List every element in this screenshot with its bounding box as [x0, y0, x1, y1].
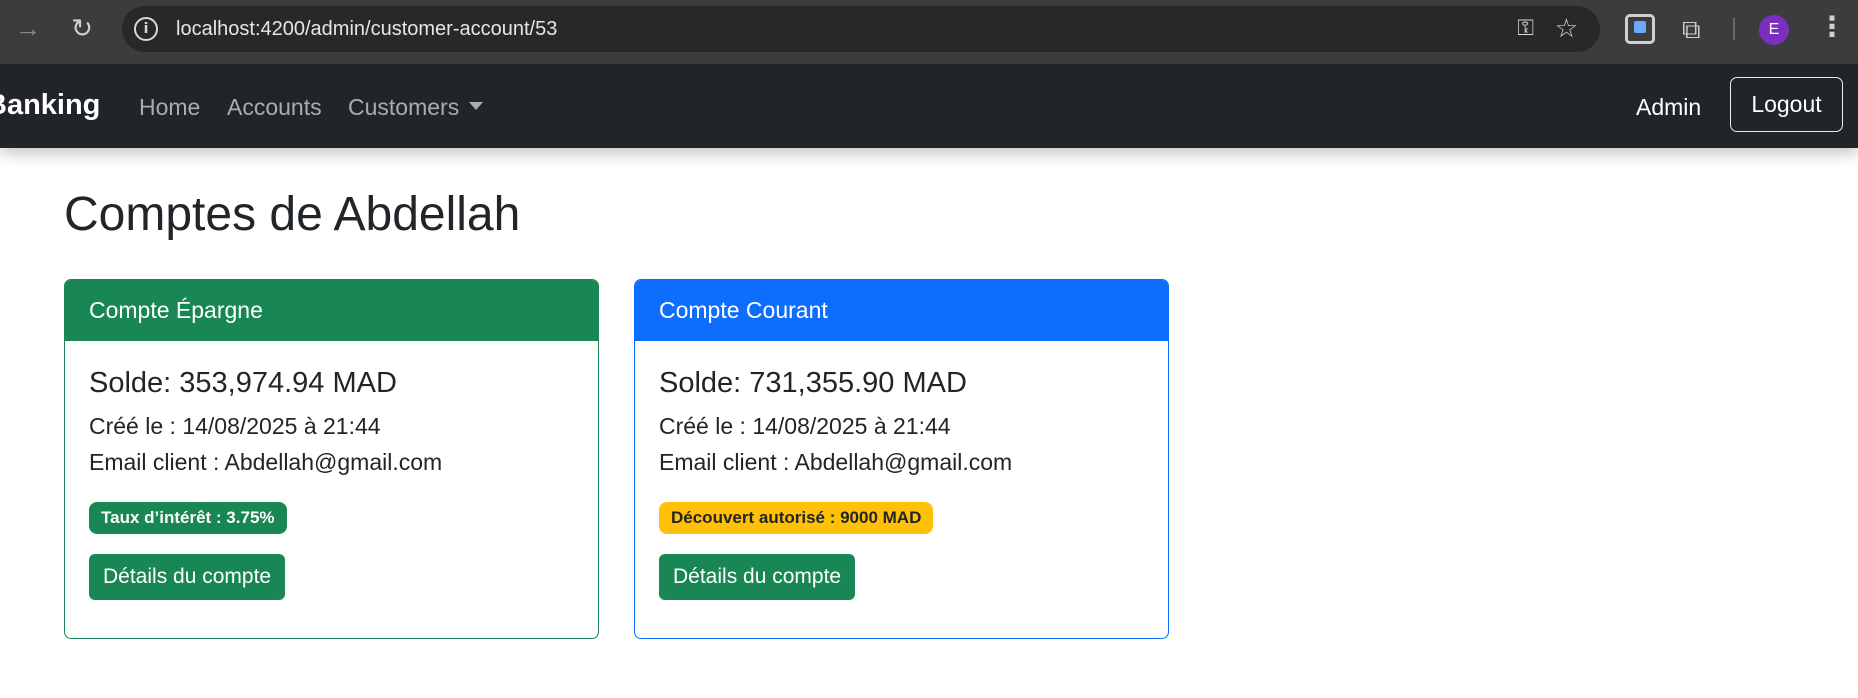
account-client-email: Email client : Abdellah@gmail.com — [89, 449, 443, 475]
account-created-date: Créé le : 14/08/2025 à 21:44 — [89, 413, 381, 439]
account-details-button[interactable]: Détails du compte — [89, 554, 286, 600]
account-created-date: Créé le : 14/08/2025 à 21:44 — [659, 413, 951, 439]
extensions-puzzle-icon[interactable]: ⧉ — [1682, 14, 1712, 44]
nav-home[interactable]: Home — [139, 94, 200, 121]
account-balance: Solde: 353,974.94 MAD — [89, 367, 397, 399]
toolbar-divider — [1733, 18, 1735, 40]
brand-logo[interactable]: Banking — [0, 89, 100, 122]
browser-menu-icon[interactable]: ⋮ — [1818, 10, 1846, 43]
account-card-current: Compte Courant Solde: 731,355.90 MAD Cré… — [634, 279, 1169, 639]
account-card-body: Solde: 353,974.94 MAD Créé le : 14/08/20… — [65, 341, 598, 624]
url-text[interactable]: localhost:4200/admin/customer-account/53 — [176, 18, 557, 41]
url-host: localhost — [176, 18, 255, 40]
nav-accounts[interactable]: Accounts — [227, 94, 322, 121]
account-card-body: Solde: 731,355.90 MAD Créé le : 14/08/20… — [635, 341, 1168, 624]
nav-customers-label: Customers — [348, 94, 460, 120]
password-key-icon[interactable]: ⚿ — [1517, 15, 1534, 41]
browser-toolbar: → ↻ i localhost:4200/admin/customer-acco… — [0, 0, 1858, 64]
account-card-header: Compte Courant — [635, 280, 1168, 341]
page-title: Comptes de Abdellah — [64, 188, 521, 241]
nav-customers-dropdown[interactable]: Customers — [348, 94, 484, 121]
bookmark-star-icon[interactable]: ☆ — [1555, 13, 1578, 44]
current-user-label: Admin — [1636, 94, 1702, 120]
account-balance: Solde: 731,355.90 MAD — [659, 367, 967, 399]
screen-capture-extension-icon[interactable] — [1625, 14, 1655, 44]
chevron-down-icon — [469, 101, 484, 110]
account-card-saving: Compte Épargne Solde: 353,974.94 MAD Cré… — [64, 279, 599, 639]
account-details-button[interactable]: Détails du compte — [659, 554, 856, 600]
reload-icon[interactable]: ↻ — [64, 10, 100, 46]
profile-avatar[interactable]: E — [1759, 15, 1789, 45]
site-info-icon[interactable]: i — [134, 17, 158, 41]
account-card-header: Compte Épargne — [65, 280, 598, 341]
address-bar[interactable]: i localhost:4200/admin/customer-account/… — [122, 6, 1600, 52]
forward-icon[interactable]: → — [10, 10, 46, 46]
app-navbar: Banking Home Accounts Customers Admin Lo… — [0, 64, 1858, 148]
interest-rate-badge: Taux d’intérêt : 3.75% — [89, 502, 287, 534]
url-path: :4200/admin/customer-account/53 — [254, 18, 558, 40]
overdraft-badge: Découvert autorisé : 9000 MAD — [659, 502, 934, 534]
account-client-email: Email client : Abdellah@gmail.com — [659, 449, 1013, 475]
logout-button[interactable]: Logout — [1730, 77, 1843, 132]
